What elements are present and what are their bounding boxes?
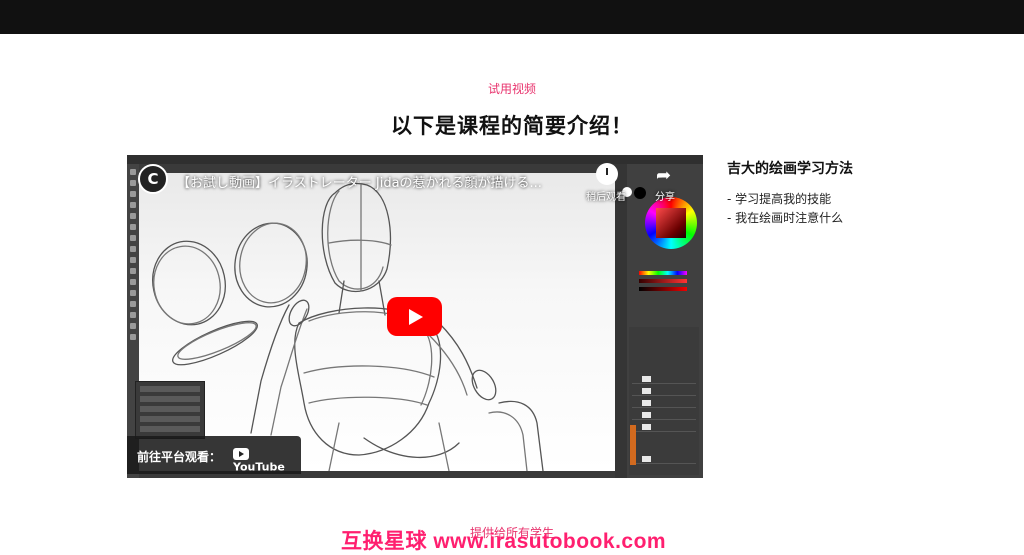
youtube-logo: YouTube	[233, 447, 293, 474]
brightness-slider-image	[639, 287, 687, 291]
hue-slider-image	[639, 271, 687, 275]
brushes-panel-image	[135, 381, 205, 439]
layer-row-image	[632, 387, 696, 396]
watch-on-youtube-button[interactable]: 前往平台观看： YouTube	[127, 436, 301, 474]
section-eyebrow: 试用视频	[487, 82, 536, 96]
watch-on-label: 前往平台观看：	[137, 450, 222, 464]
watch-later-clock-icon[interactable]	[596, 163, 618, 185]
youtube-play-icon	[233, 448, 249, 460]
sidebar-list: - 学习提高我的技能 - 我在绘画时注意什么	[727, 190, 843, 228]
share-label[interactable]: 分享	[655, 188, 675, 203]
play-button[interactable]	[387, 297, 442, 336]
video-thumbnail-menubar	[127, 155, 703, 164]
youtube-wordmark: YouTube	[233, 460, 285, 474]
color-picker-square-image	[656, 208, 686, 238]
layer-row-image	[632, 411, 696, 420]
sidebar-title: 吉大的绘画学习方法	[727, 161, 853, 177]
layer-row-image	[632, 375, 696, 384]
layer-highlight-image	[630, 425, 636, 465]
section-title: 以下是课程的简要介绍！	[391, 114, 633, 138]
watermark-overlay: 互换星球 www.irasutobook.com	[341, 530, 667, 553]
sidebar-list-item: - 我在绘画时注意什么	[727, 211, 844, 225]
share-arrow-icon[interactable]: ➦	[656, 165, 678, 187]
watch-later-label[interactable]: 稍后观看	[586, 188, 626, 203]
video-player[interactable]: C 【お試し動画】イラストレーター Jidaの惹かれる顔が描ける... 稍后观看…	[127, 155, 703, 478]
layer-row-image	[632, 455, 696, 464]
top-navigation-bar	[0, 0, 1024, 34]
channel-avatar[interactable]: C	[138, 164, 168, 194]
sidebar-list-item: - 学习提高我的技能	[727, 192, 832, 206]
saturation-slider-image	[639, 279, 687, 283]
figure-sketch-image	[152, 182, 544, 471]
video-title-link[interactable]: 【お試し動画】イラストレーター Jidaの惹かれる顔が描ける...	[177, 172, 542, 191]
foreground-color-swatch	[634, 187, 646, 199]
layer-row-image	[632, 399, 696, 408]
layer-row-image	[632, 423, 696, 432]
